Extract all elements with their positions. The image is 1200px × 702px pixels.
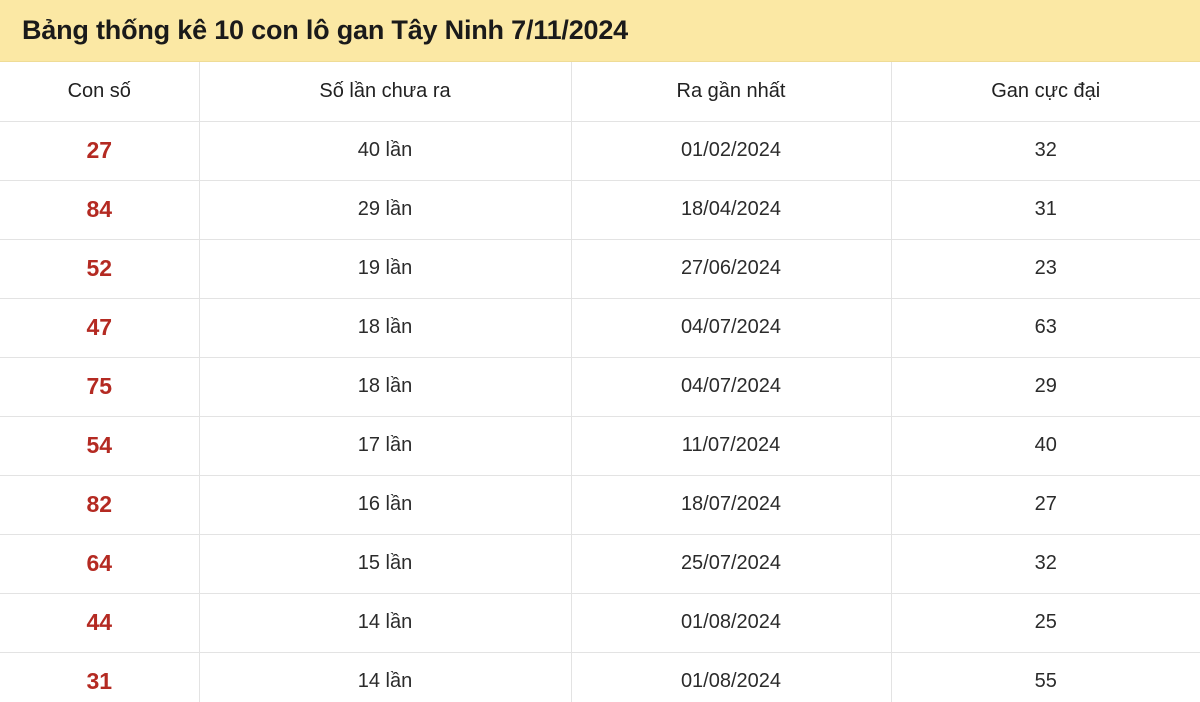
column-header-number: Con số: [0, 62, 200, 122]
table-row: 47 18 lần 04/07/2024 63: [0, 298, 1200, 358]
table-header-row: Con số Số lần chưa ra Ra gần nhất Gan cự…: [0, 62, 1200, 122]
cell-misses: 40 lần: [199, 121, 572, 181]
cell-misses: 16 lần: [199, 475, 572, 535]
table-row: 54 17 lần 11/07/2024 40: [0, 416, 1200, 476]
table-row: 31 14 lần 01/08/2024 55: [0, 652, 1200, 702]
cell-max-gan: 55: [891, 652, 1200, 702]
cell-last-date: 04/07/2024: [571, 357, 892, 417]
table-row: 84 29 lần 18/04/2024 31: [0, 180, 1200, 240]
table-row: 82 16 lần 18/07/2024 27: [0, 475, 1200, 535]
table-row: 64 15 lần 25/07/2024 32: [0, 534, 1200, 594]
cell-number: 82: [0, 475, 200, 535]
lo-gan-statistics-table: Con số Số lần chưa ra Ra gần nhất Gan cự…: [0, 62, 1200, 702]
cell-max-gan: 63: [891, 298, 1200, 358]
cell-max-gan: 29: [891, 357, 1200, 417]
cell-last-date: 01/08/2024: [571, 593, 892, 653]
cell-number: 44: [0, 593, 200, 653]
table-row: 75 18 lần 04/07/2024 29: [0, 357, 1200, 417]
page-title: Bảng thống kê 10 con lô gan Tây Ninh 7/1…: [22, 14, 628, 45]
column-header-misses: Số lần chưa ra: [199, 62, 572, 122]
table-row: 27 40 lần 01/02/2024 32: [0, 121, 1200, 181]
cell-last-date: 01/08/2024: [571, 652, 892, 702]
cell-number: 47: [0, 298, 200, 358]
cell-max-gan: 27: [891, 475, 1200, 535]
cell-max-gan: 32: [891, 121, 1200, 181]
table-row: 44 14 lần 01/08/2024 25: [0, 593, 1200, 653]
cell-misses: 17 lần: [199, 416, 572, 476]
cell-max-gan: 32: [891, 534, 1200, 594]
cell-number: 52: [0, 239, 200, 299]
cell-number: 54: [0, 416, 200, 476]
cell-max-gan: 40: [891, 416, 1200, 476]
title-banner: Bảng thống kê 10 con lô gan Tây Ninh 7/1…: [0, 0, 1200, 62]
table-header: Con số Số lần chưa ra Ra gần nhất Gan cự…: [0, 62, 1200, 122]
cell-misses: 15 lần: [199, 534, 572, 594]
page-root: Bảng thống kê 10 con lô gan Tây Ninh 7/1…: [0, 0, 1200, 702]
table-body: 27 40 lần 01/02/2024 32 84 29 lần 18/04/2024 31…: [0, 121, 1200, 702]
cell-misses: 14 lần: [199, 593, 572, 653]
cell-misses: 18 lần: [199, 298, 572, 358]
cell-last-date: 27/06/2024: [571, 239, 892, 299]
cell-misses: 18 lần: [199, 357, 572, 417]
cell-number: 27: [0, 121, 200, 181]
cell-number: 31: [0, 652, 200, 702]
cell-number: 64: [0, 534, 200, 594]
cell-number: 84: [0, 180, 200, 240]
table-row: 52 19 lần 27/06/2024 23: [0, 239, 1200, 299]
cell-number: 75: [0, 357, 200, 417]
cell-last-date: 01/02/2024: [571, 121, 892, 181]
cell-last-date: 25/07/2024: [571, 534, 892, 594]
cell-max-gan: 23: [891, 239, 1200, 299]
cell-misses: 19 lần: [199, 239, 572, 299]
column-header-max-gan: Gan cực đại: [891, 62, 1200, 122]
cell-max-gan: 25: [891, 593, 1200, 653]
cell-misses: 29 lần: [199, 180, 572, 240]
cell-last-date: 18/07/2024: [571, 475, 892, 535]
column-header-last-date: Ra gần nhất: [571, 62, 892, 122]
cell-misses: 14 lần: [199, 652, 572, 702]
cell-max-gan: 31: [891, 180, 1200, 240]
cell-last-date: 11/07/2024: [571, 416, 892, 476]
cell-last-date: 18/04/2024: [571, 180, 892, 240]
cell-last-date: 04/07/2024: [571, 298, 892, 358]
